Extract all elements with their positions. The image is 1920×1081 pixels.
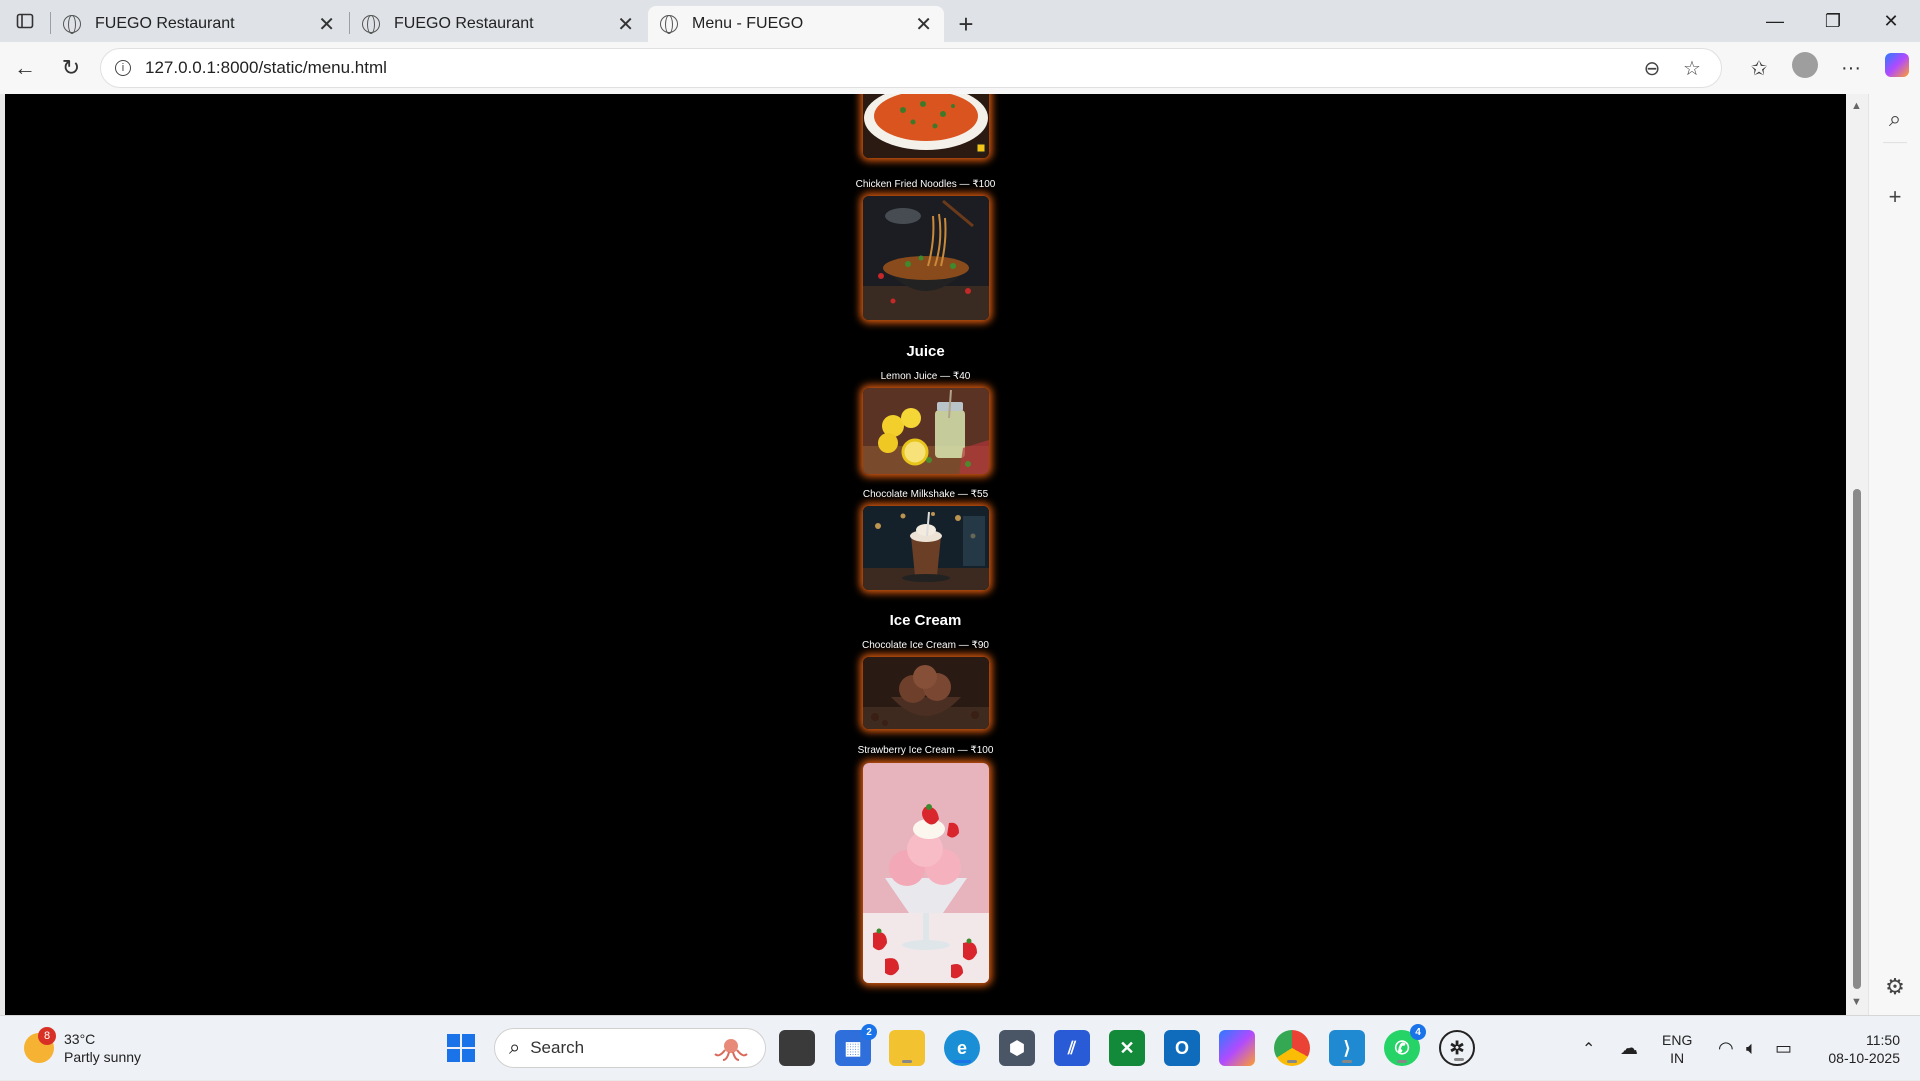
- tab-fuego-restaurant-2[interactable]: FUEGO Restaurant ✕: [350, 6, 646, 42]
- profile-icon[interactable]: [1782, 52, 1828, 84]
- app-blue-icon[interactable]: ⫽: [1054, 1030, 1090, 1066]
- outlook-icon[interactable]: O: [1164, 1030, 1200, 1066]
- scroll-up-icon[interactable]: ▲: [1851, 100, 1862, 112]
- chatgpt-icon[interactable]: ✲: [1439, 1030, 1475, 1066]
- app-cube-icon[interactable]: ⬢: [999, 1030, 1035, 1066]
- menu-item-label: Chocolate Ice Cream — ₹90: [862, 640, 989, 651]
- clock-time: 11:50: [1866, 1032, 1900, 1048]
- restore-icon[interactable]: ❐: [1804, 0, 1862, 42]
- weather-sun-icon: 8: [24, 1027, 56, 1063]
- taskbar: 8 33°C Partly sunny ⌕ Search ▦ 2 e ⬢ ⫽ ✕ …: [0, 1015, 1920, 1080]
- copilot-icon[interactable]: [1874, 53, 1920, 83]
- close-icon[interactable]: ✕: [915, 12, 932, 37]
- add-icon[interactable]: +: [1869, 184, 1920, 210]
- favorite-star-icon[interactable]: ☆: [1677, 56, 1707, 81]
- page-scrollbar[interactable]: ▲ ▼: [1846, 94, 1868, 1015]
- weather-widget[interactable]: 8 33°C Partly sunny: [24, 1027, 142, 1066]
- browser-toolbar: ← ↻ i 127.0.0.1:8000/static/menu.html ⊖ …: [0, 42, 1920, 94]
- language-indicator[interactable]: ENG IN: [1662, 1031, 1692, 1067]
- sidebar-divider: ———: [1883, 138, 1907, 147]
- copilot-app-icon[interactable]: [1219, 1030, 1255, 1066]
- temperature: 33°C: [64, 1031, 96, 1047]
- settings-gear-icon[interactable]: ⚙: [1869, 974, 1920, 1000]
- file-explorer-icon[interactable]: [889, 1030, 925, 1066]
- task-view-icon[interactable]: [779, 1030, 815, 1066]
- xbox-icon[interactable]: ✕: [1109, 1030, 1145, 1066]
- category-title-ice-cream: Ice Cream: [889, 612, 962, 629]
- menu-item-image-strawberry-ice-cream: [863, 763, 989, 983]
- globe-icon: [362, 15, 380, 34]
- toolbar-right: ✩ ···: [1736, 48, 1920, 88]
- taskbar-search[interactable]: ⌕ Search: [494, 1028, 766, 1068]
- close-window-icon[interactable]: ✕: [1862, 0, 1920, 42]
- close-icon[interactable]: ✕: [318, 12, 335, 37]
- browser-sidebar: ⌕ ——— + ⚙: [1868, 94, 1920, 1015]
- tab-actions-icon[interactable]: [0, 0, 50, 42]
- globe-icon: [660, 15, 678, 34]
- menu-item-image-chocolate-milkshake: [863, 506, 989, 590]
- scroll-down-icon[interactable]: ▼: [1851, 996, 1862, 1008]
- search-icon: ⌕: [509, 1036, 521, 1059]
- system-clock[interactable]: 11:50 08-10-2025: [1816, 1031, 1900, 1067]
- category-title-juice: Juice: [906, 343, 945, 360]
- tab-title: FUEGO Restaurant: [95, 15, 235, 32]
- zoom-out-icon[interactable]: ⊖: [1637, 56, 1667, 81]
- close-icon[interactable]: ✕: [617, 12, 634, 37]
- favorites-icon[interactable]: ✩: [1736, 56, 1782, 81]
- back-button[interactable]: ←: [2, 48, 48, 88]
- url-text[interactable]: 127.0.0.1:8000/static/menu.html: [145, 58, 1627, 78]
- menu-list: Chicken Fried Noodles — ₹100 Juice Lemon…: [5, 94, 1846, 1015]
- scrollbar-thumb[interactable]: [1853, 489, 1861, 989]
- weather-condition: Partly sunny: [64, 1049, 142, 1065]
- wifi-icon[interactable]: ◠: [1718, 1016, 1734, 1081]
- window-controls: — ❐ ✕: [1746, 0, 1920, 42]
- microsoft-store-icon[interactable]: ▦ 2: [835, 1024, 877, 1066]
- minimize-icon[interactable]: —: [1746, 0, 1804, 42]
- more-menu-icon[interactable]: ···: [1828, 57, 1874, 80]
- tab-title: Menu - FUEGO: [692, 15, 804, 32]
- address-bar[interactable]: i 127.0.0.1:8000/static/menu.html ⊖ ☆: [100, 48, 1722, 88]
- onedrive-error-icon[interactable]: ☁: [1620, 1016, 1638, 1081]
- menu-item-image-chicken-fried-noodles: [863, 196, 989, 320]
- clock-date: 08-10-2025: [1828, 1050, 1900, 1066]
- region-code: IN: [1670, 1050, 1685, 1066]
- tab-menu-fuego[interactable]: Menu - FUEGO ✕: [648, 6, 944, 42]
- site-info-icon[interactable]: i: [115, 60, 131, 76]
- menu-item-image-chocolate-ice-cream: [863, 657, 989, 729]
- menu-item-label: Lemon Juice — ₹40: [880, 371, 971, 382]
- tray-overflow-icon[interactable]: ⌃: [1582, 1016, 1595, 1081]
- menu-item-image-lemon-juice: [863, 388, 989, 474]
- battery-icon[interactable]: ▭: [1775, 1016, 1792, 1081]
- new-tab-button[interactable]: +: [946, 6, 986, 42]
- whatsapp-icon[interactable]: ✆ 4: [1384, 1024, 1426, 1066]
- vscode-icon[interactable]: ⟩: [1329, 1030, 1365, 1066]
- edge-browser-icon[interactable]: e: [944, 1030, 980, 1066]
- store-badge: 2: [861, 1024, 877, 1040]
- tab-bar: FUEGO Restaurant ✕ FUEGO Restaurant ✕ Me…: [0, 0, 1920, 42]
- volume-icon[interactable]: 🔈︎: [1746, 1016, 1757, 1081]
- search-label: Search: [530, 1038, 585, 1057]
- language-code: ENG: [1662, 1032, 1693, 1048]
- menu-item-label: Chicken Fried Noodles — ₹100: [855, 179, 996, 190]
- windows-start-icon[interactable]: [447, 1034, 475, 1062]
- whatsapp-badge: 4: [1410, 1024, 1426, 1040]
- search-icon[interactable]: ⌕: [1869, 106, 1920, 132]
- chrome-icon[interactable]: [1274, 1030, 1310, 1066]
- globe-icon: [63, 15, 81, 34]
- page-viewport: Chicken Fried Noodles — ₹100 Juice Lemon…: [5, 94, 1846, 1015]
- search-highlight-icon: [714, 1039, 748, 1061]
- weather-badge: 8: [38, 1027, 56, 1045]
- refresh-button[interactable]: ↻: [48, 48, 94, 88]
- tab-fuego-restaurant-1[interactable]: FUEGO Restaurant ✕: [51, 6, 347, 42]
- menu-item-label: Chocolate Milkshake — ₹55: [862, 489, 989, 500]
- menu-item-image-top: [863, 94, 989, 158]
- tab-title: FUEGO Restaurant: [394, 15, 534, 32]
- menu-item-label: Strawberry Ice Cream — ₹100: [857, 745, 994, 756]
